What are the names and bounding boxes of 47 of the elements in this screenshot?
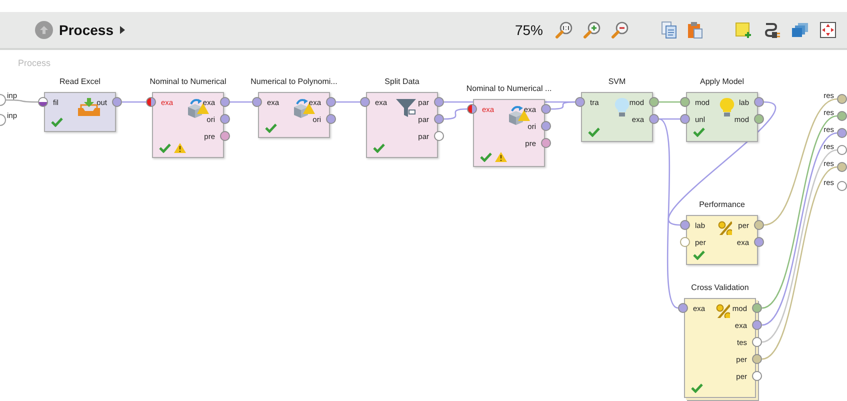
zoom-level: 75% bbox=[514, 22, 543, 38]
operator-title: Split Data bbox=[384, 77, 420, 86]
input-port[interactable] bbox=[575, 97, 585, 107]
input-port[interactable] bbox=[680, 97, 690, 107]
input-port[interactable] bbox=[146, 97, 156, 107]
connection-wire bbox=[230, 101, 252, 103]
connection-wire bbox=[444, 108, 468, 120]
connection-wire bbox=[336, 101, 360, 103]
operator-title: Cross Validation bbox=[691, 283, 749, 292]
light-bulb-icon bbox=[614, 97, 630, 119]
operator-title: SVM bbox=[608, 77, 626, 86]
clipboard-icon[interactable] bbox=[687, 21, 703, 39]
operator-title: Numerical to Polynomi... bbox=[250, 77, 338, 86]
funnel-icon bbox=[395, 97, 417, 119]
zoom-reset-icon[interactable] bbox=[555, 21, 573, 39]
layers-icon[interactable] bbox=[791, 21, 809, 39]
arrow-up-icon bbox=[39, 25, 49, 35]
input-port[interactable] bbox=[467, 104, 477, 114]
operator-title: Nominal to Numerical bbox=[150, 77, 226, 86]
input-port[interactable] bbox=[678, 303, 688, 313]
auto-arrange-icon[interactable] bbox=[819, 21, 837, 39]
input-port[interactable] bbox=[38, 97, 48, 107]
plug-icon[interactable] bbox=[763, 21, 781, 39]
output-port[interactable] bbox=[112, 97, 122, 107]
input-port[interactable] bbox=[360, 97, 370, 107]
connection-wire bbox=[122, 101, 146, 103]
input-port[interactable] bbox=[680, 114, 690, 124]
connection-wire bbox=[6, 99, 38, 103]
operator-title: Nominal to Numerical ... bbox=[466, 84, 552, 93]
operator-title: Read Excel bbox=[60, 77, 100, 86]
up-button[interactable] bbox=[35, 21, 53, 39]
input-port[interactable] bbox=[0, 114, 6, 126]
input-port[interactable] bbox=[680, 237, 690, 247]
percent-icon bbox=[717, 220, 732, 235]
percent-icon bbox=[715, 303, 730, 318]
input-port[interactable] bbox=[0, 94, 6, 106]
caret-icon[interactable] bbox=[120, 26, 126, 34]
light-bulb-icon bbox=[719, 97, 735, 119]
input-port[interactable] bbox=[680, 220, 690, 230]
note-add-icon[interactable] bbox=[735, 21, 753, 39]
input-port[interactable] bbox=[252, 97, 262, 107]
operator-title: Apply Model bbox=[700, 77, 744, 86]
zoom-in-icon[interactable] bbox=[583, 21, 601, 39]
copy-icon[interactable] bbox=[661, 21, 677, 39]
process-title: Process bbox=[59, 22, 114, 38]
operator-title: Performance bbox=[699, 200, 745, 209]
zoom-out-icon[interactable] bbox=[611, 21, 629, 39]
